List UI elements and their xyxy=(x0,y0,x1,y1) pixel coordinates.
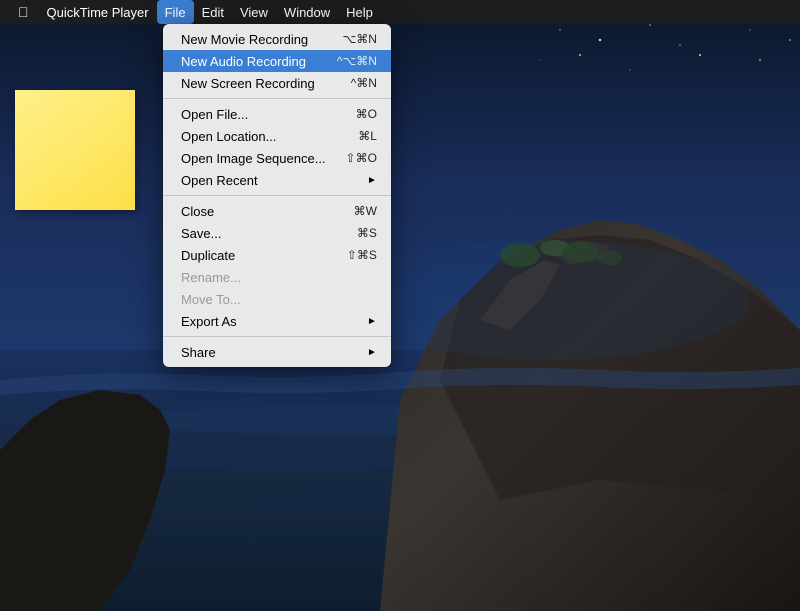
menu-item-save[interactable]: Save... ⌘S xyxy=(163,222,391,244)
sticky-note xyxy=(15,90,135,210)
menubar-help[interactable]: Help xyxy=(338,0,381,24)
menubar-window[interactable]: Window xyxy=(276,0,338,24)
menu-item-shortcut: ^⌘N xyxy=(351,76,377,90)
file-dropdown-menu: New Movie Recording ⌥⌘N New Audio Record… xyxy=(163,24,391,367)
menu-item-shortcut: ⌘O xyxy=(356,107,377,121)
menu-item-open-image-sequence[interactable]: Open Image Sequence... ⇧⌘O xyxy=(163,147,391,169)
menu-item-open-recent[interactable]: Open Recent ► xyxy=(163,169,391,191)
menu-item-label: Open Image Sequence... xyxy=(181,151,326,166)
menu-item-close[interactable]: Close ⌘W xyxy=(163,200,391,222)
menu-item-shortcut: ^⌥⌘N xyxy=(337,54,377,68)
menu-item-shortcut: ⌘S xyxy=(357,226,377,240)
menubar:  QuickTime Player File Edit View Window… xyxy=(0,0,800,24)
menu-item-label: Close xyxy=(181,204,214,219)
menu-item-new-movie-recording[interactable]: New Movie Recording ⌥⌘N xyxy=(163,28,391,50)
menubar-file[interactable]: File xyxy=(157,0,194,24)
menu-item-move-to: Move To... xyxy=(163,288,391,310)
menu-item-shortcut: ⌘W xyxy=(354,204,377,218)
menu-item-shortcut: ⌘L xyxy=(358,129,377,143)
menu-item-label: Open File... xyxy=(181,107,248,122)
menu-item-new-audio-recording[interactable]: New Audio Recording ^⌥⌘N xyxy=(163,50,391,72)
menu-item-label: New Movie Recording xyxy=(181,32,308,47)
menubar-view[interactable]: View xyxy=(232,0,276,24)
menu-item-share[interactable]: Share ► xyxy=(163,341,391,363)
menu-item-label: New Screen Recording xyxy=(181,76,315,91)
menu-item-shortcut: ⇧⌘O xyxy=(346,151,377,165)
menu-item-export-as[interactable]: Export As ► xyxy=(163,310,391,332)
submenu-arrow-icon: ► xyxy=(367,175,377,186)
menu-separator-1 xyxy=(163,98,391,99)
menu-separator-3 xyxy=(163,336,391,337)
menu-item-label: Share xyxy=(181,345,216,360)
menu-item-label: Move To... xyxy=(181,292,241,307)
menu-item-duplicate[interactable]: Duplicate ⇧⌘S xyxy=(163,244,391,266)
menubar-edit[interactable]: Edit xyxy=(194,0,232,24)
desktop:  QuickTime Player File Edit View Window… xyxy=(0,0,800,611)
menu-item-label: Rename... xyxy=(181,270,241,285)
menubar-app-name[interactable]: QuickTime Player xyxy=(39,0,157,24)
submenu-arrow-icon: ► xyxy=(367,316,377,327)
menu-item-label: Open Recent xyxy=(181,173,258,188)
menu-item-label: Duplicate xyxy=(181,248,235,263)
menu-item-label: Save... xyxy=(181,226,221,241)
menu-item-shortcut: ⇧⌘S xyxy=(347,248,377,262)
submenu-arrow-icon: ► xyxy=(367,347,377,358)
menu-separator-2 xyxy=(163,195,391,196)
menu-item-open-file[interactable]: Open File... ⌘O xyxy=(163,103,391,125)
menu-item-shortcut: ⌥⌘N xyxy=(342,32,377,46)
menu-item-rename: Rename... xyxy=(163,266,391,288)
menu-item-open-location[interactable]: Open Location... ⌘L xyxy=(163,125,391,147)
menu-item-label: New Audio Recording xyxy=(181,54,306,69)
apple-menu[interactable]:  xyxy=(8,0,39,24)
menu-item-new-screen-recording[interactable]: New Screen Recording ^⌘N xyxy=(163,72,391,94)
menu-item-label: Open Location... xyxy=(181,129,276,144)
menu-item-label: Export As xyxy=(181,314,237,329)
